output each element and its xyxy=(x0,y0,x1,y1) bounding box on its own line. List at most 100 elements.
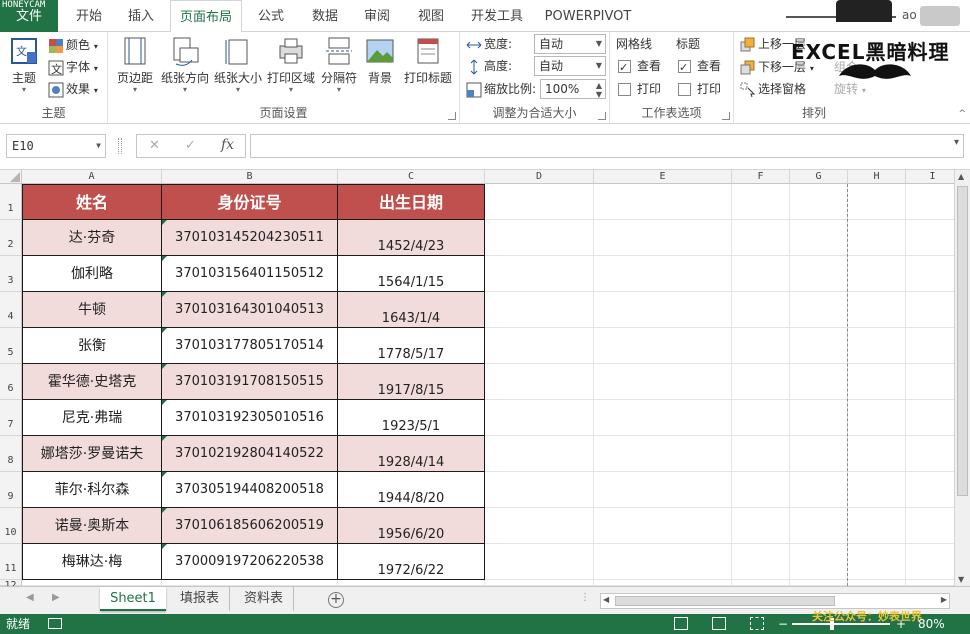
id-number-cell[interactable]: 370103192305010516 xyxy=(162,400,338,436)
birth-date-cell[interactable]: 1778/5/17 xyxy=(338,328,485,364)
name-cell[interactable]: 娜塔莎·罗曼诺夫 xyxy=(22,436,162,472)
row-header-7[interactable]: 7 xyxy=(0,400,22,436)
worksheet-grid[interactable]: ABCDEFGHI 1 2 3 4 5 6 7 8 9 10 11 12 姓名 身份证号 出生日期 达·芬奇… xyxy=(0,170,954,586)
id-number-cell[interactable]: 370009197206220538 xyxy=(162,544,338,580)
tab-splitter-icon[interactable]: ⋮ xyxy=(580,592,590,603)
id-number-cell[interactable]: 370103177805170514 xyxy=(162,328,338,364)
sheet-tab-sheet1[interactable]: Sheet1 xyxy=(100,587,166,611)
normal-view-icon[interactable] xyxy=(674,617,688,630)
width-select[interactable]: 自动 ▼ xyxy=(534,34,606,54)
scale-spinner[interactable]: 100% ▲ ▼ xyxy=(540,79,606,99)
scroll-right-icon[interactable]: ▶ xyxy=(941,595,947,604)
header-cell-id-number[interactable]: 身份证号 xyxy=(162,184,338,220)
column-header-e[interactable]: E xyxy=(594,170,732,184)
select-all-corner[interactable] xyxy=(0,170,22,184)
formula-input[interactable]: ▾ xyxy=(250,134,964,158)
tab-data[interactable]: 数据 xyxy=(302,0,348,33)
horizontal-scrollbar[interactable]: ◀ ▶ xyxy=(600,593,950,609)
scroll-down-icon[interactable]: ▼ xyxy=(958,575,964,584)
row-header-4[interactable]: 4 xyxy=(0,292,22,328)
birth-date-cell[interactable]: 1928/4/14 xyxy=(338,436,485,472)
headings-view-checkbox[interactable]: 查看 xyxy=(678,56,721,78)
birth-date-cell[interactable]: 1917/8/15 xyxy=(338,364,485,400)
zoom-out-icon[interactable]: − xyxy=(778,614,788,634)
expand-formula-bar-icon[interactable]: ▾ xyxy=(954,137,959,148)
id-number-cell[interactable]: 370103156401150512 xyxy=(162,256,338,292)
horizontal-scroll-thumb[interactable] xyxy=(615,596,835,606)
header-cell-name[interactable]: 姓名 xyxy=(22,184,162,220)
id-number-cell[interactable]: 370102192804140522 xyxy=(162,436,338,472)
tab-home[interactable]: 开始 xyxy=(64,0,114,33)
row-header-9[interactable]: 9 xyxy=(0,472,22,508)
row-header-6[interactable]: 6 xyxy=(0,364,22,400)
tab-developer[interactable]: 开发工具 xyxy=(462,0,532,33)
birth-date-cell[interactable]: 1972/6/22 xyxy=(338,544,485,580)
add-sheet-icon[interactable]: + xyxy=(328,592,344,608)
vertical-scroll-thumb[interactable] xyxy=(957,186,968,496)
collapse-ribbon-icon[interactable]: ^ xyxy=(958,109,966,119)
name-cell[interactable]: 尼克·弗瑞 xyxy=(22,400,162,436)
column-header-h[interactable]: H xyxy=(848,170,906,184)
id-number-cell[interactable]: 370305194408200518 xyxy=(162,472,338,508)
insert-function-icon[interactable]: fx xyxy=(221,137,234,153)
orientation-button[interactable]: 纸张方向 ▾ xyxy=(160,36,210,94)
tab-formulas[interactable]: 公式 xyxy=(248,0,294,33)
print-area-button[interactable]: 打印区域 ▾ xyxy=(266,36,316,94)
column-header-f[interactable]: F xyxy=(732,170,790,184)
header-cell-birth-date[interactable]: 出生日期 xyxy=(338,184,485,220)
column-header-c[interactable]: C xyxy=(338,170,485,184)
name-cell[interactable]: 达·芬奇 xyxy=(22,220,162,256)
vertical-scrollbar[interactable]: ▲ ▼ xyxy=(954,170,970,586)
macro-record-icon[interactable] xyxy=(48,618,62,629)
tab-review[interactable]: 审阅 xyxy=(354,0,400,33)
user-avatar[interactable] xyxy=(920,6,960,26)
tab-insert[interactable]: 插入 xyxy=(118,0,164,33)
birth-date-cell[interactable]: 1944/8/20 xyxy=(338,472,485,508)
zoom-level[interactable]: 80% xyxy=(918,614,945,634)
row-header-2[interactable]: 2 xyxy=(0,220,22,256)
gridlines-print-checkbox[interactable]: 打印 xyxy=(618,79,661,99)
page-break-view-icon[interactable] xyxy=(750,617,764,630)
name-cell[interactable]: 诺曼·奥斯本 xyxy=(22,508,162,544)
user-name[interactable]: ao xyxy=(902,8,917,22)
birth-date-cell[interactable]: 1643/1/4 xyxy=(338,292,485,328)
name-cell[interactable]: 伽利略 xyxy=(22,256,162,292)
page-size-button[interactable]: 纸张大小 ▾ xyxy=(212,36,264,94)
birth-date-cell[interactable]: 1956/6/20 xyxy=(338,508,485,544)
next-sheet-icon[interactable]: ▶ xyxy=(52,592,60,603)
theme-fonts-button[interactable]: 文字体 ▾ xyxy=(48,57,98,77)
row-header-5[interactable]: 5 xyxy=(0,328,22,364)
breaks-button[interactable]: 分隔符 ▾ xyxy=(318,36,360,94)
name-cell[interactable]: 梅琳达·梅 xyxy=(22,544,162,580)
cancel-icon[interactable]: ✕ xyxy=(149,138,160,153)
themes-button[interactable]: 文 主题 ▾ xyxy=(4,36,44,94)
enter-icon[interactable]: ✓ xyxy=(185,138,196,153)
row-header-1[interactable]: 1 xyxy=(0,184,22,220)
id-number-cell[interactable]: 370103164301040513 xyxy=(162,292,338,328)
birth-date-cell[interactable]: 1452/4/23 xyxy=(338,220,485,256)
id-number-cell[interactable]: 370103191708150515 xyxy=(162,364,338,400)
margins-button[interactable]: 页边距 ▾ xyxy=(114,36,156,94)
row-header-11[interactable]: 11 xyxy=(0,544,22,580)
sheet-tab-fill-form[interactable]: 填报表 xyxy=(170,587,230,611)
scroll-up-icon[interactable]: ▲ xyxy=(958,172,964,181)
tab-page-layout[interactable]: 页面布局 xyxy=(170,0,242,33)
height-select[interactable]: 自动 ▼ xyxy=(534,56,606,76)
name-box-splitter[interactable] xyxy=(118,138,122,154)
column-header-g[interactable]: G xyxy=(790,170,848,184)
print-titles-button[interactable]: 打印标题 xyxy=(400,36,456,86)
tab-powerpivot[interactable]: POWERPIVOT xyxy=(540,0,636,33)
spinner-arrows-icon[interactable]: ▲ ▼ xyxy=(596,81,602,99)
column-header-b[interactable]: B xyxy=(162,170,338,184)
name-cell[interactable]: 牛顿 xyxy=(22,292,162,328)
page-layout-view-icon[interactable] xyxy=(712,617,726,630)
column-header-a[interactable]: A xyxy=(22,170,162,184)
row-header-10[interactable]: 10 xyxy=(0,508,22,544)
name-cell[interactable]: 霍华德·史塔克 xyxy=(22,364,162,400)
background-button[interactable]: 背景 xyxy=(362,36,398,86)
column-header-i[interactable]: I xyxy=(906,170,954,184)
tab-view[interactable]: 视图 xyxy=(408,0,454,33)
sheet-tab-data-sheet[interactable]: 资料表 xyxy=(234,587,294,611)
id-number-cell[interactable]: 370103145204230511 xyxy=(162,220,338,256)
gridlines-view-checkbox[interactable]: 查看 xyxy=(618,56,661,78)
